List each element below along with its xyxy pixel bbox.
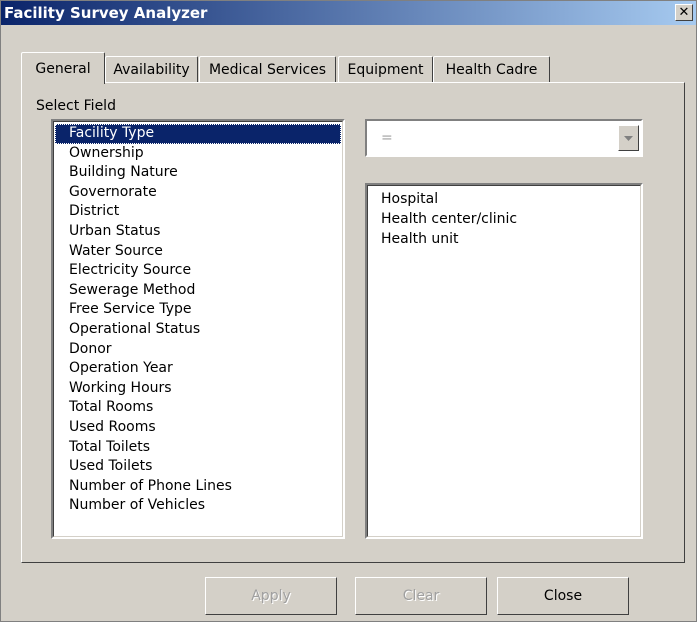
tab-health-cadre[interactable]: Health Cadre xyxy=(433,56,550,83)
list-item[interactable]: Total Toilets xyxy=(55,438,341,458)
list-item[interactable]: Sewerage Method xyxy=(55,281,341,301)
list-item[interactable]: Total Rooms xyxy=(55,398,341,418)
clear-button[interactable]: Clear xyxy=(355,577,487,615)
list-item[interactable]: Water Source xyxy=(55,242,341,262)
list-item[interactable]: Health center/clinic xyxy=(367,209,639,229)
select-field-label: Select Field xyxy=(36,98,116,114)
close-button[interactable]: Close xyxy=(497,577,629,615)
list-item[interactable]: Used Toilets xyxy=(55,457,341,477)
window-title: Facility Survey Analyzer xyxy=(4,4,208,22)
list-item[interactable]: Health unit xyxy=(367,229,639,249)
list-item[interactable]: District xyxy=(55,202,341,222)
apply-button[interactable]: Apply xyxy=(205,577,337,615)
title-bar[interactable]: Facility Survey Analyzer ✕ xyxy=(1,1,696,25)
list-item[interactable]: Operation Year xyxy=(55,359,341,379)
list-item[interactable]: Working Hours xyxy=(55,379,341,399)
tab-availability[interactable]: Availability xyxy=(105,56,198,83)
list-item[interactable]: Electricity Source xyxy=(55,261,341,281)
close-icon[interactable]: ✕ xyxy=(675,4,693,21)
list-item[interactable]: Facility Type xyxy=(55,124,341,144)
value-items: Hospital Health center/clinic Health unit xyxy=(367,189,639,249)
tab-general[interactable]: General xyxy=(21,52,105,84)
operator-dropdown[interactable]: = xyxy=(365,119,643,157)
field-items: Facility Type Ownership Building Nature Gov… xyxy=(55,124,341,516)
list-item[interactable]: Donor xyxy=(55,340,341,360)
list-item[interactable]: Used Rooms xyxy=(55,418,341,438)
list-item[interactable]: Number of Vehicles xyxy=(55,496,341,516)
operator-value: = xyxy=(381,130,393,146)
chevron-down-icon[interactable] xyxy=(618,125,639,151)
facility-survey-analyzer-window: Facility Survey Analyzer ✕ General Avail… xyxy=(0,0,697,622)
field-listbox[interactable]: Facility Type Ownership Building Nature Gov… xyxy=(51,119,345,539)
list-item[interactable]: Ownership xyxy=(55,144,341,164)
list-item[interactable]: Building Nature xyxy=(55,163,341,183)
values-listbox[interactable]: Hospital Health center/clinic Health unit xyxy=(365,183,643,539)
list-item[interactable]: Hospital xyxy=(367,189,639,209)
tab-medical-services[interactable]: Medical Services xyxy=(199,56,336,83)
list-item[interactable]: Urban Status xyxy=(55,222,341,242)
list-item[interactable]: Operational Status xyxy=(55,320,341,340)
list-item[interactable]: Governorate xyxy=(55,183,341,203)
tab-equipment[interactable]: Equipment xyxy=(338,56,433,83)
list-item[interactable]: Free Service Type xyxy=(55,300,341,320)
list-item[interactable]: Number of Phone Lines xyxy=(55,477,341,497)
